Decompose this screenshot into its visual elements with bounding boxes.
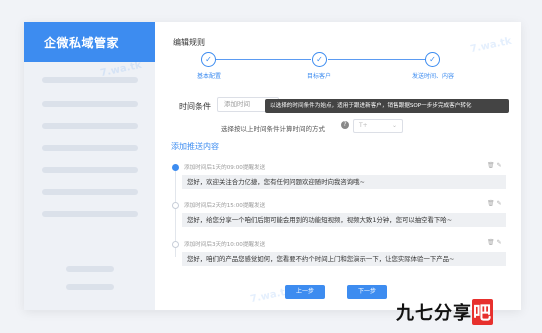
timeline-actions[interactable]: 🗑✎ (487, 239, 504, 246)
timeline-actions[interactable]: 🗑✎ (487, 200, 504, 207)
brand-title: 企微私域管家 (24, 22, 155, 62)
next-step-button[interactable]: 下一步 (347, 285, 387, 299)
sidebar-skeleton-item[interactable] (66, 266, 114, 272)
edit-icon[interactable]: ✎ (497, 239, 504, 246)
time-condition-label: 时间条件 (179, 102, 211, 111)
step-connector (328, 59, 426, 60)
delete-icon[interactable]: 🗑 (487, 162, 497, 169)
edit-icon[interactable]: ✎ (497, 162, 504, 169)
timeline-time: 添加时间后2天的15:00提醒发送 (184, 203, 266, 209)
site-logo: 九七分享吧 (396, 299, 493, 325)
chevron-down-icon: ⌄ (391, 122, 397, 129)
step-progress: ✓ 基本配置 ✓ 目标客户 ✓ 发送时间、内容 (197, 52, 463, 88)
calc-method-value: T+ (359, 122, 368, 129)
timeline-time: 添加时间后3天的10:00提醒发送 (184, 242, 266, 248)
page-title: 编辑规则 (173, 38, 205, 47)
sidebar-skeleton-item[interactable] (42, 145, 138, 151)
step-1-check-icon[interactable]: ✓ (201, 52, 216, 67)
calc-method-label: 选择按以上时间条件计算时间的方式 (221, 125, 325, 133)
timeline-dot (172, 164, 179, 171)
main-panel: 编辑规则 ✓ 基本配置 ✓ 目标客户 ✓ 发送时间、内容 时间条件 添加时间 以… (155, 22, 521, 310)
calc-method-select[interactable]: T+ ⌄ (353, 119, 403, 133)
timeline-time: 添加时间后1天的09:00提醒发送 (184, 165, 266, 171)
info-icon[interactable]: ? (341, 121, 349, 129)
step-3-check-icon[interactable]: ✓ (425, 52, 440, 67)
sidebar-skeleton-item[interactable] (42, 123, 138, 129)
timeline-actions[interactable]: 🗑✎ (487, 162, 504, 169)
delete-icon[interactable]: 🗑 (487, 200, 497, 207)
sidebar-skeleton-item[interactable] (42, 167, 138, 173)
step-connector (216, 59, 311, 60)
sidebar-skeleton-item[interactable] (42, 189, 138, 195)
app-window: 企微私域管家 编辑规则 ✓ 基本配置 ✓ 目标客户 ✓ 发送时间、内容 时间条件… (24, 22, 521, 310)
timeline-message: 您好，给您分享一个咱们后期可能会用到的功能短视频，视频大致1分钟，您可以抽空看下… (182, 213, 506, 227)
timeline-dot (172, 241, 179, 248)
sidebar-skeleton-item[interactable] (66, 284, 114, 290)
delete-icon[interactable]: 🗑 (487, 239, 497, 246)
condition-tooltip: 以选择的时间条件为始点，适用于跟进新客户，销售跟据SOP一步步完成客户转化 (265, 99, 509, 113)
timeline-message: 您好，咱们的产品您感觉如何，您看要不约个时间上门和您演示一下，让您实际体验一下产… (182, 252, 506, 266)
sidebar-skeleton-item[interactable] (42, 101, 138, 107)
timeline-dot (172, 202, 179, 209)
step-1-label: 基本配置 (196, 73, 222, 80)
step-2-label: 目标客户 (306, 73, 332, 80)
edit-icon[interactable]: ✎ (497, 200, 504, 207)
logo-text: 九七分享 (396, 303, 472, 324)
step-2-check-icon[interactable]: ✓ (312, 52, 327, 67)
sidebar-skeleton-item[interactable] (42, 77, 138, 83)
logo-accent: 吧 (472, 299, 493, 325)
sidebar-skeleton-item[interactable] (42, 211, 138, 217)
add-push-content-title[interactable]: 添加推送内容 (171, 141, 219, 152)
step-3-label: 发送时间、内容 (411, 73, 455, 80)
timeline-message: 您好，欢迎关注合力亿捷，您有任何问题欢迎随时向我咨询哦~ (182, 175, 506, 189)
